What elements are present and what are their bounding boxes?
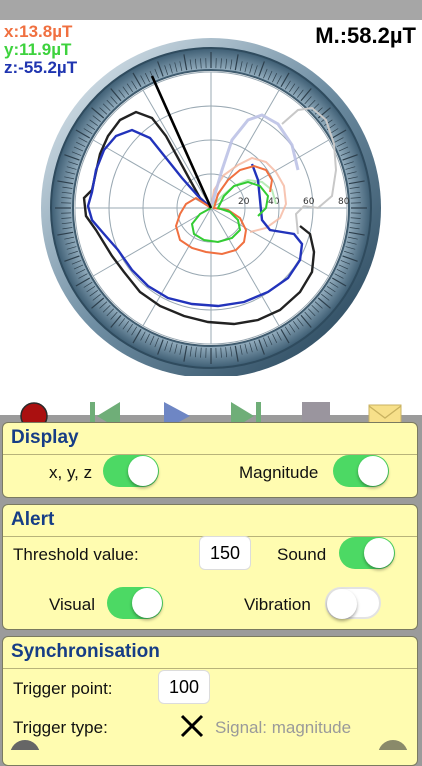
trigger-type-clear-button[interactable]: [179, 713, 205, 739]
tick-label-80: 80: [338, 197, 350, 207]
tick-label-20: 20: [238, 197, 250, 207]
z-readout: z:-55.2µT: [4, 58, 77, 77]
display-panel: Display x, y, z Magnitude: [2, 422, 418, 498]
vibration-toggle[interactable]: [325, 587, 381, 619]
trigger-type-label: Trigger type:: [13, 718, 108, 738]
toggle-knob: [358, 456, 388, 486]
signal-label: Signal: magnitude: [215, 718, 351, 738]
synchronisation-panel: Synchronisation Trigger point: Trigger t…: [2, 636, 418, 766]
top-bar: [0, 0, 422, 20]
toggle-knob: [132, 588, 162, 618]
magnitude-readout: M.:58.2µT: [315, 24, 416, 48]
close-icon: [179, 713, 205, 739]
visual-toggle[interactable]: [107, 587, 163, 619]
x-readout: x:13.8µT: [4, 22, 72, 41]
trigger-point-label: Trigger point:: [13, 679, 113, 699]
threshold-label: Threshold value:: [13, 545, 139, 565]
alert-title: Alert: [11, 509, 54, 531]
synchronisation-divider: [3, 668, 417, 669]
sound-toggle[interactable]: [339, 537, 395, 569]
vibration-label: Vibration: [244, 595, 311, 615]
toggle-knob: [327, 589, 357, 619]
slider-thumb-right[interactable]: [378, 740, 408, 750]
trigger-point-input[interactable]: [158, 670, 210, 704]
plot-area: 20 40 60 80 x:13.8µT y:11.9µT z:-55.2µT …: [0, 20, 422, 415]
toggle-knob: [364, 538, 394, 568]
slider-thumb-left[interactable]: [10, 740, 40, 750]
threshold-input[interactable]: [199, 536, 251, 570]
magnitude-label: Magnitude: [239, 463, 318, 483]
sound-label: Sound: [277, 545, 326, 565]
visual-label: Visual: [49, 595, 95, 615]
xyz-toggle[interactable]: [103, 455, 159, 487]
xyz-label: x, y, z: [49, 463, 92, 483]
y-readout: y:11.9µT: [4, 40, 71, 59]
toggle-knob: [128, 456, 158, 486]
display-title: Display: [11, 427, 79, 449]
magnitude-toggle[interactable]: [333, 455, 389, 487]
synchronisation-title: Synchronisation: [11, 641, 160, 663]
alert-panel: Alert Threshold value: Sound Visual Vibr…: [2, 504, 418, 630]
